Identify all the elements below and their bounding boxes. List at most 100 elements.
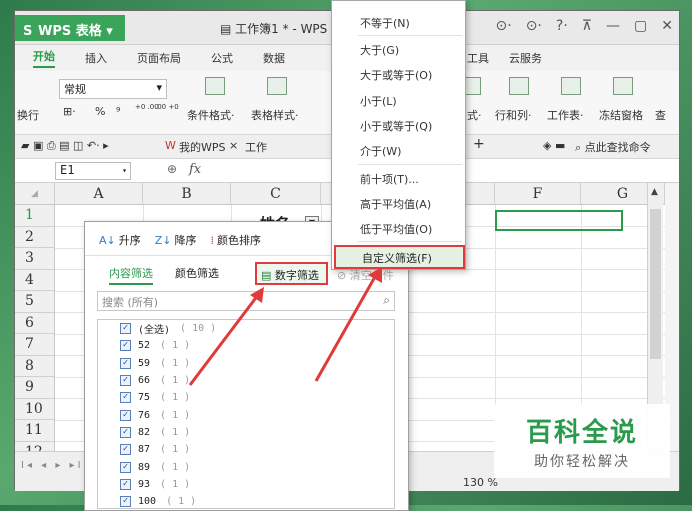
freeze-panes-button[interactable]: 冻结窗格	[599, 107, 643, 123]
list-item[interactable]: ✓ 66( 1 )	[98, 372, 394, 389]
scroll-up-icon[interactable]: ▲	[651, 187, 658, 197]
menu-item-less-than[interactable]: 小于(L)	[360, 93, 397, 109]
list-item[interactable]: ✓ 52( 1 )	[98, 337, 394, 354]
column-header-c[interactable]: C	[231, 183, 321, 205]
row-header-10[interactable]: 10	[15, 398, 55, 420]
list-item[interactable]: ✓ 82( 1 )	[98, 424, 394, 441]
list-item[interactable]: ✓ 76( 1 )	[98, 406, 394, 423]
checkbox-checked-icon[interactable]: ✓	[120, 323, 131, 335]
rows-cols-button[interactable]: 行和列·	[495, 107, 532, 123]
name-box[interactable]: E1 ▾	[55, 162, 131, 180]
column-header-f[interactable]: F	[495, 183, 581, 205]
tab-my-wps[interactable]: 我的WPS	[179, 139, 226, 155]
quick-access-icons[interactable]: ▰ ▣ ⎙ ▤ ◫ ↶· ▸	[21, 139, 109, 153]
list-item[interactable]: ✓ 100( 1 )	[98, 493, 394, 508]
row-header-8[interactable]: 8	[15, 355, 55, 377]
selected-cell-e1[interactable]	[495, 210, 623, 231]
number-format-select[interactable]: 常规 ▾	[59, 79, 167, 99]
checkbox-checked-icon[interactable]: ✓	[120, 340, 131, 352]
select-all-corner[interactable]: ◢	[15, 183, 55, 205]
list-item[interactable]: ✓ 93( 1 )	[98, 476, 394, 493]
list-item[interactable]: ✓ 75( 1 )	[98, 389, 394, 406]
row-header-6[interactable]: 6	[15, 312, 55, 334]
zoom-level[interactable]: 130 %	[463, 476, 498, 489]
menu-item-custom-filter[interactable]: 自定义筛选(F)	[334, 245, 465, 269]
toolbar-icons[interactable]: ◈ ▬	[543, 139, 565, 152]
sort-descending-button[interactable]: Z↓ 降序	[155, 232, 197, 248]
checkbox-checked-icon[interactable]: ✓	[120, 409, 131, 421]
scroll-thumb[interactable]	[650, 209, 661, 359]
worksheet-button[interactable]: 工作表·	[547, 107, 584, 123]
tab-data[interactable]: 数据	[263, 50, 285, 66]
menu-item-greater-or-equal[interactable]: 大于或等于(O)	[360, 67, 432, 83]
list-item[interactable]: ✓ 59( 1 )	[98, 355, 394, 372]
row-header-5[interactable]: 5	[15, 291, 55, 313]
checkbox-checked-icon[interactable]: ✓	[120, 392, 131, 404]
minimize-icon[interactable]: —	[606, 18, 620, 34]
conditional-format-button[interactable]: 条件格式·	[187, 107, 235, 123]
fx-icon[interactable]: fx	[189, 162, 201, 177]
tab-content-filter[interactable]: 内容筛选	[109, 265, 153, 285]
maximize-icon[interactable]: ▢	[634, 18, 647, 34]
menu-item-greater-than[interactable]: 大于(G)	[360, 42, 399, 58]
row-header-3[interactable]: 3	[15, 248, 55, 270]
row-header-1[interactable]: 1	[15, 205, 55, 227]
settings-icon[interactable]: ⊙·	[526, 18, 542, 34]
menu-item-less-or-equal[interactable]: 小于或等于(Q)	[360, 118, 432, 134]
decrease-decimal-button[interactable]: .00 +0	[155, 103, 179, 111]
sort-by-color-button[interactable]: ⁞ 颜色排序	[211, 232, 262, 248]
row-header-7[interactable]: 7	[15, 334, 55, 356]
column-header-b[interactable]: B	[143, 183, 231, 205]
tab-insert[interactable]: 插入	[85, 50, 107, 66]
wrap-text-button[interactable]: 换行	[17, 107, 39, 123]
new-tab-button[interactable]: +	[473, 136, 485, 152]
table-style-button[interactable]: 表格样式·	[251, 107, 299, 123]
checkbox-checked-icon[interactable]: ✓	[120, 461, 131, 473]
app-menu-button[interactable]: S WPS 表格 ▾	[15, 15, 125, 41]
close-tab-icon[interactable]: ×	[229, 139, 238, 152]
tab-page-layout[interactable]: 页面布局	[137, 50, 181, 66]
row-header-11[interactable]: 11	[15, 420, 55, 442]
menu-item-above-average[interactable]: 高于平均值(A)	[360, 196, 431, 212]
sheet-navigation[interactable]: I◂ ◂ ▸ ▸I	[21, 460, 84, 471]
menu-item-not-equal[interactable]: 不等于(N)	[360, 15, 410, 31]
checkbox-checked-icon[interactable]: ✓	[120, 357, 131, 369]
tab-home[interactable]: 开始	[33, 48, 55, 68]
checkbox-checked-icon[interactable]: ✓	[120, 496, 131, 508]
filter-search-input[interactable]: 搜索 (所有) ⌕	[97, 291, 395, 311]
column-header-a[interactable]: A	[55, 183, 143, 205]
list-item[interactable]: ✓ 87( 1 )	[98, 441, 394, 458]
collapse-ribbon-icon[interactable]: ⊼	[582, 18, 592, 34]
menu-item-below-average[interactable]: 低于平均值(O)	[360, 221, 432, 237]
comma-button[interactable]: ⁹	[116, 105, 120, 118]
skin-icon[interactable]: ⊙·	[496, 18, 512, 34]
checkbox-checked-icon[interactable]: ✓	[120, 478, 131, 490]
row-header-4[interactable]: 4	[15, 269, 55, 291]
menu-item-between[interactable]: 介于(W)	[360, 143, 401, 159]
checkbox-checked-icon[interactable]: ✓	[120, 375, 131, 387]
help-icon[interactable]: ?·	[556, 18, 568, 34]
close-icon[interactable]: ✕	[661, 18, 673, 34]
sort-ascending-button[interactable]: A↓ 升序	[99, 232, 141, 248]
tab-formula[interactable]: 公式	[211, 50, 233, 66]
search-command-box[interactable]: ⌕ 点此查找命令	[575, 139, 651, 155]
number-filter-button[interactable]: ▤ 数字筛选	[255, 262, 328, 285]
list-item[interactable]: ✓ 89( 1 )	[98, 458, 394, 475]
currency-icon[interactable]: ⊞·	[63, 105, 76, 118]
menu-item-top-ten[interactable]: 前十项(T)...	[360, 171, 419, 187]
row-header-2[interactable]: 2	[15, 226, 55, 248]
tab-color-filter[interactable]: 颜色筛选	[175, 265, 219, 285]
checkbox-checked-icon[interactable]: ✓	[120, 426, 131, 438]
checkbox-checked-icon[interactable]: ✓	[120, 444, 131, 456]
tab-tools[interactable]: 工具	[467, 50, 489, 66]
row-header-9[interactable]: 9	[15, 377, 55, 399]
zoom-icon[interactable]: ⊕	[167, 162, 177, 176]
percent-button[interactable]: %	[95, 105, 105, 118]
find-button[interactable]: 查	[655, 107, 666, 123]
watermark-subtitle: 助你轻松解决	[534, 454, 630, 470]
tab-workbook[interactable]: 工作	[245, 139, 267, 155]
list-item-select-all[interactable]: ✓ (全选)( 10 )	[98, 320, 394, 337]
row-header-12[interactable]: 12	[15, 441, 55, 451]
format-button[interactable]: 式·	[467, 107, 482, 123]
tab-cloud[interactable]: 云服务	[509, 50, 542, 66]
